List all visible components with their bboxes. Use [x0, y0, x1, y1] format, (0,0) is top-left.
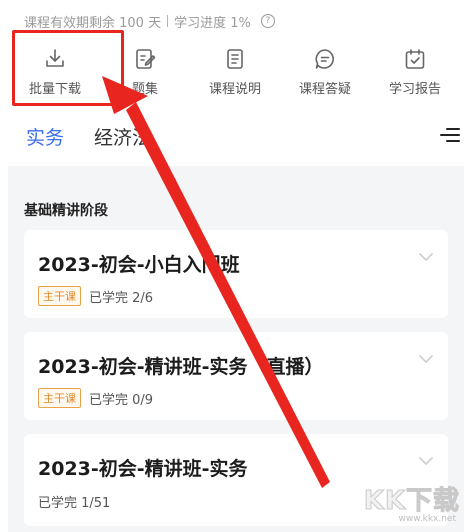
course-card[interactable]: 2023-初会-小白入门班 主干课 已学完 2/6	[24, 230, 448, 318]
course-description-button[interactable]: 课程说明	[190, 36, 280, 106]
course-list-panel: 基础精讲阶段 2023-初会-小白入门班 主干课 已学完 2/6 2023-初会…	[8, 166, 464, 532]
course-card[interactable]: 2023-初会-精讲班-实务 已学完 1/51	[24, 434, 448, 526]
course-qa-label: 课程答疑	[298, 81, 351, 97]
course-progress: 已学完 0/9	[89, 392, 154, 408]
status-divider	[167, 15, 169, 27]
section-title: 基础精讲阶段	[24, 203, 108, 219]
chevron-down-icon[interactable]	[418, 456, 434, 466]
course-progress: 已学完 1/51	[38, 496, 111, 511]
course-type-badge: 主干课	[38, 388, 81, 408]
batch-download-label: 批量下载	[28, 81, 81, 97]
course-qa-button[interactable]: 课程答疑	[280, 36, 370, 106]
edit-note-icon	[136, 48, 156, 69]
download-icon	[46, 48, 64, 67]
study-report-label: 学习报告	[388, 81, 441, 97]
question-set-label: 题集	[131, 81, 158, 97]
calendar-check-icon	[405, 48, 425, 69]
progress-text: 学习进度 1%	[174, 15, 251, 31]
course-title: 2023-初会-小白入门班	[38, 254, 240, 276]
course-title: 2023-初会-精讲班-实务（直播）	[38, 356, 324, 378]
tab-shiwu[interactable]: 实务	[26, 123, 64, 150]
course-progress: 已学完 2/6	[89, 290, 154, 306]
course-meta: 主干课 已学完 2/6	[38, 286, 153, 306]
validity-text: 课程有效期剩余 100 天	[24, 15, 162, 31]
course-card[interactable]: 2023-初会-精讲班-实务（直播） 主干课 已学完 0/9	[24, 332, 448, 420]
course-toolbar: 批量下载 题集 课程说明 课程答疑 学习报告	[10, 36, 460, 106]
course-meta: 主干课 已学完 0/9	[38, 388, 153, 408]
chevron-down-icon[interactable]	[418, 354, 434, 364]
course-description-label: 课程说明	[208, 81, 261, 97]
course-title: 2023-初会-精讲班-实务	[38, 458, 248, 480]
menu-icon[interactable]	[440, 126, 460, 144]
course-type-badge: 主干课	[38, 286, 81, 306]
study-report-button[interactable]: 学习报告	[370, 36, 460, 106]
chevron-down-icon[interactable]	[418, 252, 434, 262]
help-icon[interactable]: ?	[260, 14, 275, 28]
question-set-button[interactable]: 题集	[100, 36, 190, 106]
chat-bubble-icon	[315, 48, 334, 69]
document-icon	[227, 48, 243, 69]
subject-tabs: 实务 经济法	[0, 112, 470, 160]
tab-jingjifa[interactable]: 经济法	[94, 123, 151, 150]
course-meta: 已学完 1/51	[38, 492, 110, 511]
batch-download-button[interactable]: 批量下载	[10, 36, 100, 106]
course-status-row: 课程有效期剩余 100 天 学习进度 1% ?	[24, 8, 275, 34]
